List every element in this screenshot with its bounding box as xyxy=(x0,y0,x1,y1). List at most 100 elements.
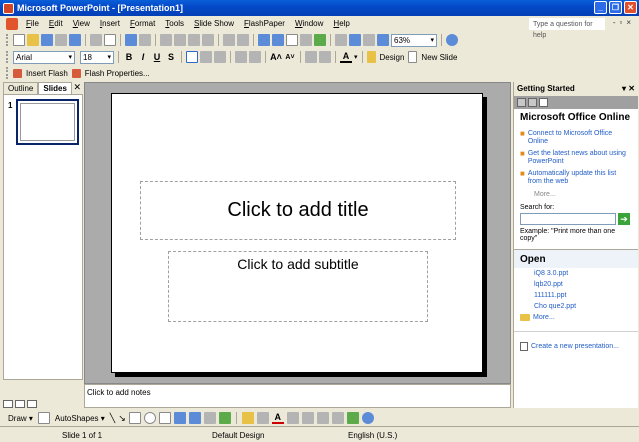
insert-picture-icon[interactable] xyxy=(300,34,312,46)
rectangle-icon[interactable] xyxy=(128,412,141,424)
open-more-link[interactable]: More... xyxy=(514,312,638,323)
spelling-icon[interactable] xyxy=(125,34,137,46)
font-select[interactable]: Arial xyxy=(13,50,75,64)
menu-help[interactable]: Help xyxy=(328,16,354,32)
align-center-icon[interactable] xyxy=(200,51,212,63)
search-input[interactable] xyxy=(520,213,616,225)
tables-borders-icon[interactable] xyxy=(286,34,298,46)
cut-icon[interactable] xyxy=(160,34,172,46)
print-preview-icon[interactable] xyxy=(104,34,116,46)
increase-indent-icon[interactable] xyxy=(319,51,331,63)
create-presentation-link[interactable]: Create a new presentation... xyxy=(514,331,638,353)
toolbar-grip[interactable] xyxy=(6,51,9,63)
paste-icon[interactable] xyxy=(188,34,200,46)
redo-icon[interactable] xyxy=(237,34,249,46)
close-button[interactable]: ✕ xyxy=(624,1,637,14)
dash-style-icon[interactable] xyxy=(301,412,314,424)
shadow-style-icon[interactable] xyxy=(331,412,344,424)
line-color-icon[interactable] xyxy=(256,412,269,424)
oval-icon[interactable] xyxy=(143,412,156,424)
grid-icon[interactable] xyxy=(363,34,375,46)
forward-icon[interactable] xyxy=(528,98,537,107)
document-icon[interactable] xyxy=(6,18,18,30)
task-pane-controls[interactable]: ▾ ✕ xyxy=(622,82,635,96)
recent-file-link[interactable]: Cho que2.ppt xyxy=(514,301,638,312)
recent-file-link[interactable]: iQ8 3.0.ppt xyxy=(514,268,638,279)
font-color-icon[interactable]: A xyxy=(340,51,352,63)
line-icon[interactable]: ╲ xyxy=(110,413,115,424)
toolbar-grip[interactable] xyxy=(6,34,9,46)
wordart-icon[interactable] xyxy=(173,412,186,424)
copy-icon[interactable] xyxy=(174,34,186,46)
new-icon[interactable] xyxy=(13,34,25,46)
font-size-select[interactable]: 18 xyxy=(80,50,114,64)
recent-file-link[interactable]: lqb20.ppt xyxy=(514,279,638,290)
save-icon[interactable] xyxy=(41,34,53,46)
slide-thumbnail[interactable] xyxy=(16,99,79,145)
maximize-button[interactable]: ❐ xyxy=(609,1,622,14)
menu-view[interactable]: View xyxy=(68,16,95,32)
recent-file-link[interactable]: 111111.ppt xyxy=(514,290,638,301)
autoshapes-menu[interactable]: AutoShapes ▾ xyxy=(53,414,107,423)
slide-show-view-icon[interactable] xyxy=(27,400,37,408)
latest-news-link[interactable]: ■ Get the latest news about using PowerP… xyxy=(514,149,638,169)
text-box-icon[interactable] xyxy=(158,412,171,424)
insert-table-icon[interactable] xyxy=(272,34,284,46)
show-formatting-icon[interactable] xyxy=(349,34,361,46)
permission-icon[interactable] xyxy=(55,34,67,46)
slide-sorter-view-icon[interactable] xyxy=(15,400,25,408)
bullets-icon[interactable] xyxy=(249,51,261,63)
help-search-input[interactable]: Type a question for help xyxy=(529,18,605,39)
arrow-icon[interactable]: ↘ xyxy=(118,413,126,424)
title-placeholder[interactable]: Click to add title xyxy=(140,181,456,240)
draw-font-color-icon[interactable]: A xyxy=(271,412,284,424)
insert-flash-button[interactable]: Insert Flash xyxy=(24,69,70,78)
design-button[interactable]: Design xyxy=(378,53,407,62)
subtitle-placeholder[interactable]: Click to add subtitle xyxy=(168,251,428,322)
document-window-controls[interactable]: -▫× xyxy=(613,18,635,27)
close-pane-icon[interactable]: ✕ xyxy=(73,82,81,93)
menu-window[interactable]: Window xyxy=(290,16,328,32)
tab-outline[interactable]: Outline xyxy=(3,82,39,94)
decrease-font-icon[interactable]: A˅ xyxy=(284,54,296,61)
notes-pane[interactable]: Click to add notes xyxy=(84,384,511,408)
flash-object-icon[interactable] xyxy=(361,412,374,424)
undo-icon[interactable] xyxy=(223,34,235,46)
draw-menu[interactable]: Draw ▾ xyxy=(6,414,35,423)
menu-flashpaper[interactable]: FlashPaper xyxy=(239,16,290,32)
slide-canvas[interactable]: Click to add title Click to add subtitle xyxy=(111,93,483,373)
minimize-button[interactable]: _ xyxy=(594,1,607,14)
decrease-indent-icon[interactable] xyxy=(305,51,317,63)
bold-button[interactable]: B xyxy=(123,52,135,62)
home-icon[interactable] xyxy=(539,98,548,107)
color-grayscale-icon[interactable] xyxy=(377,34,389,46)
menu-file[interactable]: File xyxy=(21,16,44,32)
research-icon[interactable] xyxy=(139,34,151,46)
open-icon[interactable] xyxy=(27,34,39,46)
align-left-icon[interactable] xyxy=(186,51,198,63)
menu-edit[interactable]: Edit xyxy=(44,16,68,32)
help-icon[interactable] xyxy=(446,34,458,46)
back-icon[interactable] xyxy=(517,98,526,107)
italic-button[interactable]: I xyxy=(137,52,149,62)
arrow-style-icon[interactable] xyxy=(316,412,329,424)
menu-format[interactable]: Format xyxy=(125,16,160,32)
print-icon[interactable] xyxy=(90,34,102,46)
menu-slide-show[interactable]: Slide Show xyxy=(189,16,239,32)
menu-tools[interactable]: Tools xyxy=(160,16,189,32)
line-style-icon[interactable] xyxy=(286,412,299,424)
toolbar-grip[interactable] xyxy=(6,67,9,79)
format-painter-icon[interactable] xyxy=(202,34,214,46)
email-icon[interactable] xyxy=(69,34,81,46)
align-right-icon[interactable] xyxy=(214,51,226,63)
expand-all-icon[interactable] xyxy=(335,34,347,46)
fill-color-icon[interactable] xyxy=(241,412,254,424)
underline-button[interactable]: U xyxy=(151,52,163,62)
insert-diagram-icon[interactable] xyxy=(314,34,326,46)
zoom-select[interactable]: 63% xyxy=(391,33,437,47)
clip-art-icon[interactable] xyxy=(203,412,216,424)
auto-update-link[interactable]: ■ Automatically update this list from th… xyxy=(514,169,638,189)
more-link[interactable]: More... xyxy=(514,189,638,200)
flash-properties-button[interactable]: Flash Properties... xyxy=(83,69,152,78)
shadow-button[interactable]: S xyxy=(165,52,177,62)
